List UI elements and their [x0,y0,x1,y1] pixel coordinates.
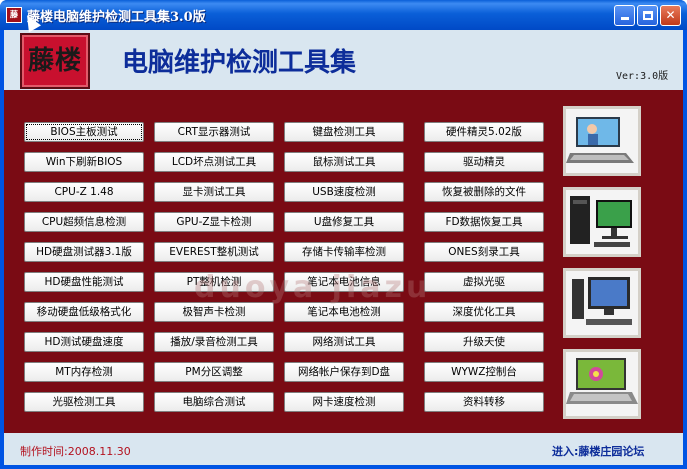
tool-button[interactable]: CRT显示器测试 [154,122,274,142]
tool-button[interactable]: BIOS主板测试 [24,122,144,142]
tool-button[interactable]: USB速度检测 [284,182,404,202]
tool-button[interactable]: PT整机检测 [154,272,274,292]
made-time-label: 制作时间:2008.11.30 [20,445,131,458]
client-area: 藤楼 电脑维护检测工具集 Ver:3.0版 BIOS主板测试 CRT显示器测试 键盘… [4,30,683,465]
laptop-woman-icon [566,109,638,173]
logo: 藤楼 [20,33,90,89]
tool-panel: BIOS主板测试 CRT显示器测试 键盘检测工具 硬件精灵5.02版 Win下刷新BIO… [4,90,683,433]
tool-button[interactable]: 笔记本电池信息 [284,272,404,292]
tool-button[interactable]: 播放/录音检测工具 [154,332,274,352]
maximize-button[interactable] [637,5,658,26]
tool-button[interactable]: 存储卡传输率检测 [284,242,404,262]
tool-button[interactable]: 移动硬盘低级格式化 [24,302,144,322]
tool-button[interactable]: CPU-Z 1.48 [24,182,144,202]
tool-button[interactable]: CPU超频信息检测 [24,212,144,232]
app-icon[interactable]: 藤 [6,7,22,23]
tool-button[interactable]: 网络测试工具 [284,332,404,352]
desktop-lcd-image [563,187,641,257]
tool-button[interactable]: 电脑综合测试 [154,392,274,412]
tool-button[interactable]: 网络帐户保存到D盘 [284,362,404,382]
tool-button[interactable]: ONES刻录工具 [424,242,544,262]
app-window: 藤 藤楼电脑维护检测工具集3.0版 ✕ 藤楼 电脑维护检测工具集 Ver:3.0… [0,0,687,469]
tool-button[interactable]: 笔记本电池检测 [284,302,404,322]
tool-button[interactable]: EVEREST整机测试 [154,242,274,262]
desktop-crt-image [563,268,641,338]
tool-button[interactable]: U盘修复工具 [284,212,404,232]
maximize-icon [642,11,653,20]
window-title: 藤楼电脑维护检测工具集3.0版 [27,10,206,25]
laptop-image [563,106,641,176]
close-icon: ✕ [665,8,676,22]
tool-button[interactable]: 升级天使 [424,332,544,352]
tool-button[interactable]: 深度优化工具 [424,302,544,322]
tool-button[interactable]: 网卡速度检测 [284,392,404,412]
tool-button[interactable]: 鼠标测试工具 [284,152,404,172]
tool-button[interactable]: HD测试硬盘速度 [24,332,144,352]
tool-button[interactable]: 硬件精灵5.02版 [424,122,544,142]
tool-button[interactable]: 恢复被删除的文件 [424,182,544,202]
tool-button[interactable]: LCD坏点测试工具 [154,152,274,172]
tool-button[interactable]: FD数据恢复工具 [424,212,544,232]
tool-button[interactable]: 显卡测试工具 [154,182,274,202]
tool-button[interactable]: 资料转移 [424,392,544,412]
title-bar[interactable]: 藤 藤楼电脑维护检测工具集3.0版 ✕ [0,0,687,30]
tool-button[interactable]: Win下刷新BIOS [24,152,144,172]
tool-button[interactable]: 驱动精灵 [424,152,544,172]
tool-button[interactable]: HD硬盘性能测试 [24,272,144,292]
page-title: 电脑维护检测工具集 [122,48,357,78]
header: 藤楼 电脑维护检测工具集 Ver:3.0版 [4,30,683,90]
minimize-icon [620,17,629,20]
tool-button[interactable]: HD硬盘测试器3.1版 [24,242,144,262]
close-button[interactable]: ✕ [660,5,681,26]
laptop-flower-image [563,349,641,419]
tool-button[interactable]: GPU-Z显卡检测 [154,212,274,232]
desktop-pc-icon [566,190,638,254]
tool-button[interactable]: PM分区调整 [154,362,274,382]
tool-button[interactable]: 光驱检测工具 [24,392,144,412]
tool-button[interactable]: 极智声卡检测 [154,302,274,322]
crt-monitor-icon [566,271,638,335]
minimize-button[interactable] [614,5,635,26]
forum-link[interactable]: 进入:藤楼庄园论坛 [552,443,644,459]
tool-button[interactable]: WYWZ控制台 [424,362,544,382]
laptop-flower-icon [566,352,638,416]
tool-button[interactable]: 键盘检测工具 [284,122,404,142]
version-label: Ver:3.0版 [616,71,669,82]
footer: 制作时间:2008.11.30 进入:藤楼庄园论坛 [4,433,683,465]
tool-button[interactable]: 虚拟光驱 [424,272,544,292]
tool-button[interactable]: MT内存检测 [24,362,144,382]
